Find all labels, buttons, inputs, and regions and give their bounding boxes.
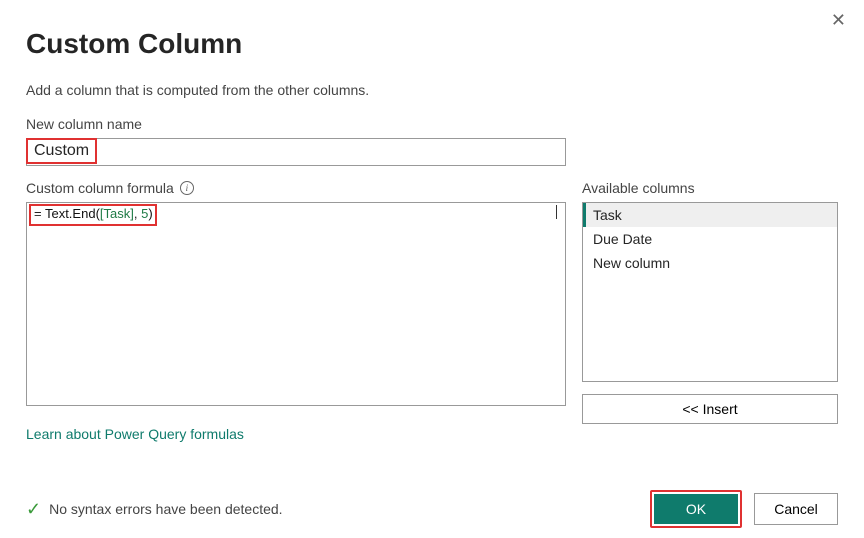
new-column-name-input[interactable]: Custom bbox=[26, 138, 566, 166]
available-columns-list[interactable]: Task Due Date New column bbox=[582, 202, 838, 382]
insert-button[interactable]: << Insert bbox=[582, 394, 838, 424]
ok-button[interactable]: OK bbox=[654, 494, 738, 524]
available-item-task[interactable]: Task bbox=[583, 203, 837, 227]
learn-link[interactable]: Learn about Power Query formulas bbox=[26, 426, 244, 442]
dialog-title: Custom Column bbox=[26, 28, 838, 60]
info-icon[interactable]: i bbox=[180, 181, 194, 195]
available-item-due-date[interactable]: Due Date bbox=[583, 227, 837, 251]
status-text: No syntax errors have been detected. bbox=[49, 501, 282, 517]
dialog-subtitle: Add a column that is computed from the o… bbox=[26, 82, 838, 98]
formula-label: Custom column formula bbox=[26, 180, 174, 196]
cancel-button[interactable]: Cancel bbox=[754, 493, 838, 525]
available-item-new-column[interactable]: New column bbox=[583, 251, 837, 275]
close-icon[interactable]: ✕ bbox=[831, 10, 846, 31]
new-column-name-label: New column name bbox=[26, 116, 838, 132]
new-column-name-value: Custom bbox=[26, 138, 97, 164]
formula-editor[interactable]: = Text.End([Task], 5) bbox=[26, 202, 566, 406]
checkmark-icon: ✓ bbox=[26, 499, 41, 520]
available-columns-label: Available columns bbox=[582, 180, 838, 196]
formula-text: = Text.End([Task], 5) bbox=[29, 204, 157, 226]
